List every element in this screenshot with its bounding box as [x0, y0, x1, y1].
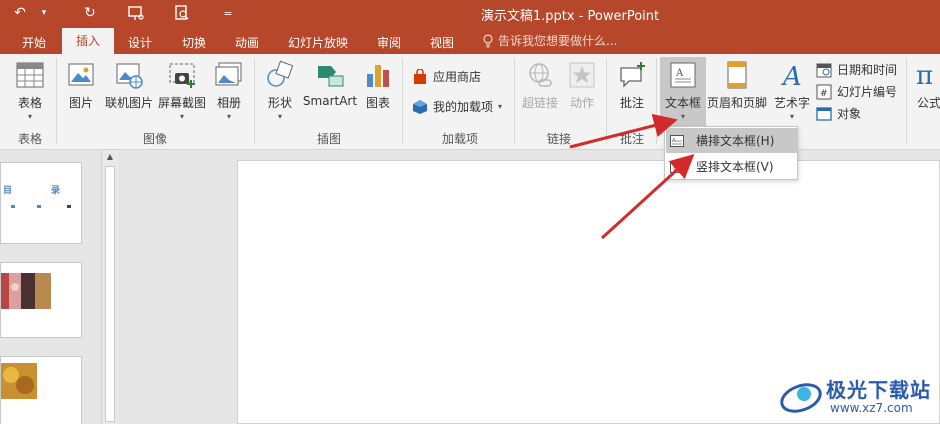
arrow-to-textbox-button — [569, 113, 678, 149]
arrow-to-horizontal-textbox — [600, 153, 695, 240]
watermark-name: 极光下载站 — [826, 378, 931, 402]
watermark: 极光下载站 www.xz7.com — [778, 372, 938, 422]
watermark-url: www.xz7.com — [830, 401, 913, 415]
watermark-logo-icon — [780, 383, 822, 413]
annotation-arrows — [569, 113, 695, 240]
